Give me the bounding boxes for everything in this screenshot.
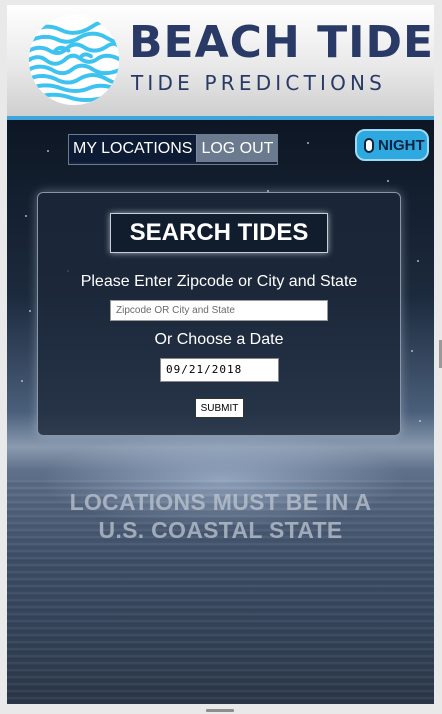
site-header: BEACH TIDES TIDE PREDICTIONS xyxy=(7,5,434,116)
night-mode-toggle[interactable]: NIGHT xyxy=(355,129,429,161)
submit-button[interactable]: SUBMIT xyxy=(195,398,244,418)
brand-subtitle: TIDE PREDICTIONS xyxy=(131,71,387,95)
page-viewport: BEACH TIDES TIDE PREDICTIONS MY LOCATION… xyxy=(7,5,434,704)
logout-button[interactable]: LOG OUT xyxy=(197,135,278,162)
notice-line-1: LOCATIONS MUST BE IN A xyxy=(69,489,372,515)
browser-frame: BEACH TIDES TIDE PREDICTIONS MY LOCATION… xyxy=(0,0,442,714)
search-title: SEARCH TIDES xyxy=(110,213,328,253)
date-prompt: Or Choose a Date xyxy=(154,331,284,348)
search-panel: SEARCH TIDES Please Enter Zipcode or Cit… xyxy=(37,192,401,436)
coastal-state-notice: LOCATIONS MUST BE IN A U.S. COASTAL STAT… xyxy=(7,488,434,544)
bottom-grip-handle[interactable] xyxy=(206,709,234,712)
night-mode-label: NIGHT xyxy=(378,137,425,154)
date-input[interactable]: 09/21/2018 xyxy=(160,358,279,382)
top-nav: MY LOCATIONS LOG OUT xyxy=(68,134,279,165)
location-prompt: Please Enter Zipcode or City and State xyxy=(80,273,358,290)
fingerprint-wave-logo-icon xyxy=(28,14,120,106)
my-locations-button[interactable]: MY LOCATIONS xyxy=(69,135,198,162)
brand-title: BEACH TIDES xyxy=(129,17,434,68)
notice-line-2: U.S. COASTAL STATE xyxy=(98,517,343,543)
toggle-knob-icon xyxy=(364,138,374,153)
location-input[interactable] xyxy=(110,300,328,321)
